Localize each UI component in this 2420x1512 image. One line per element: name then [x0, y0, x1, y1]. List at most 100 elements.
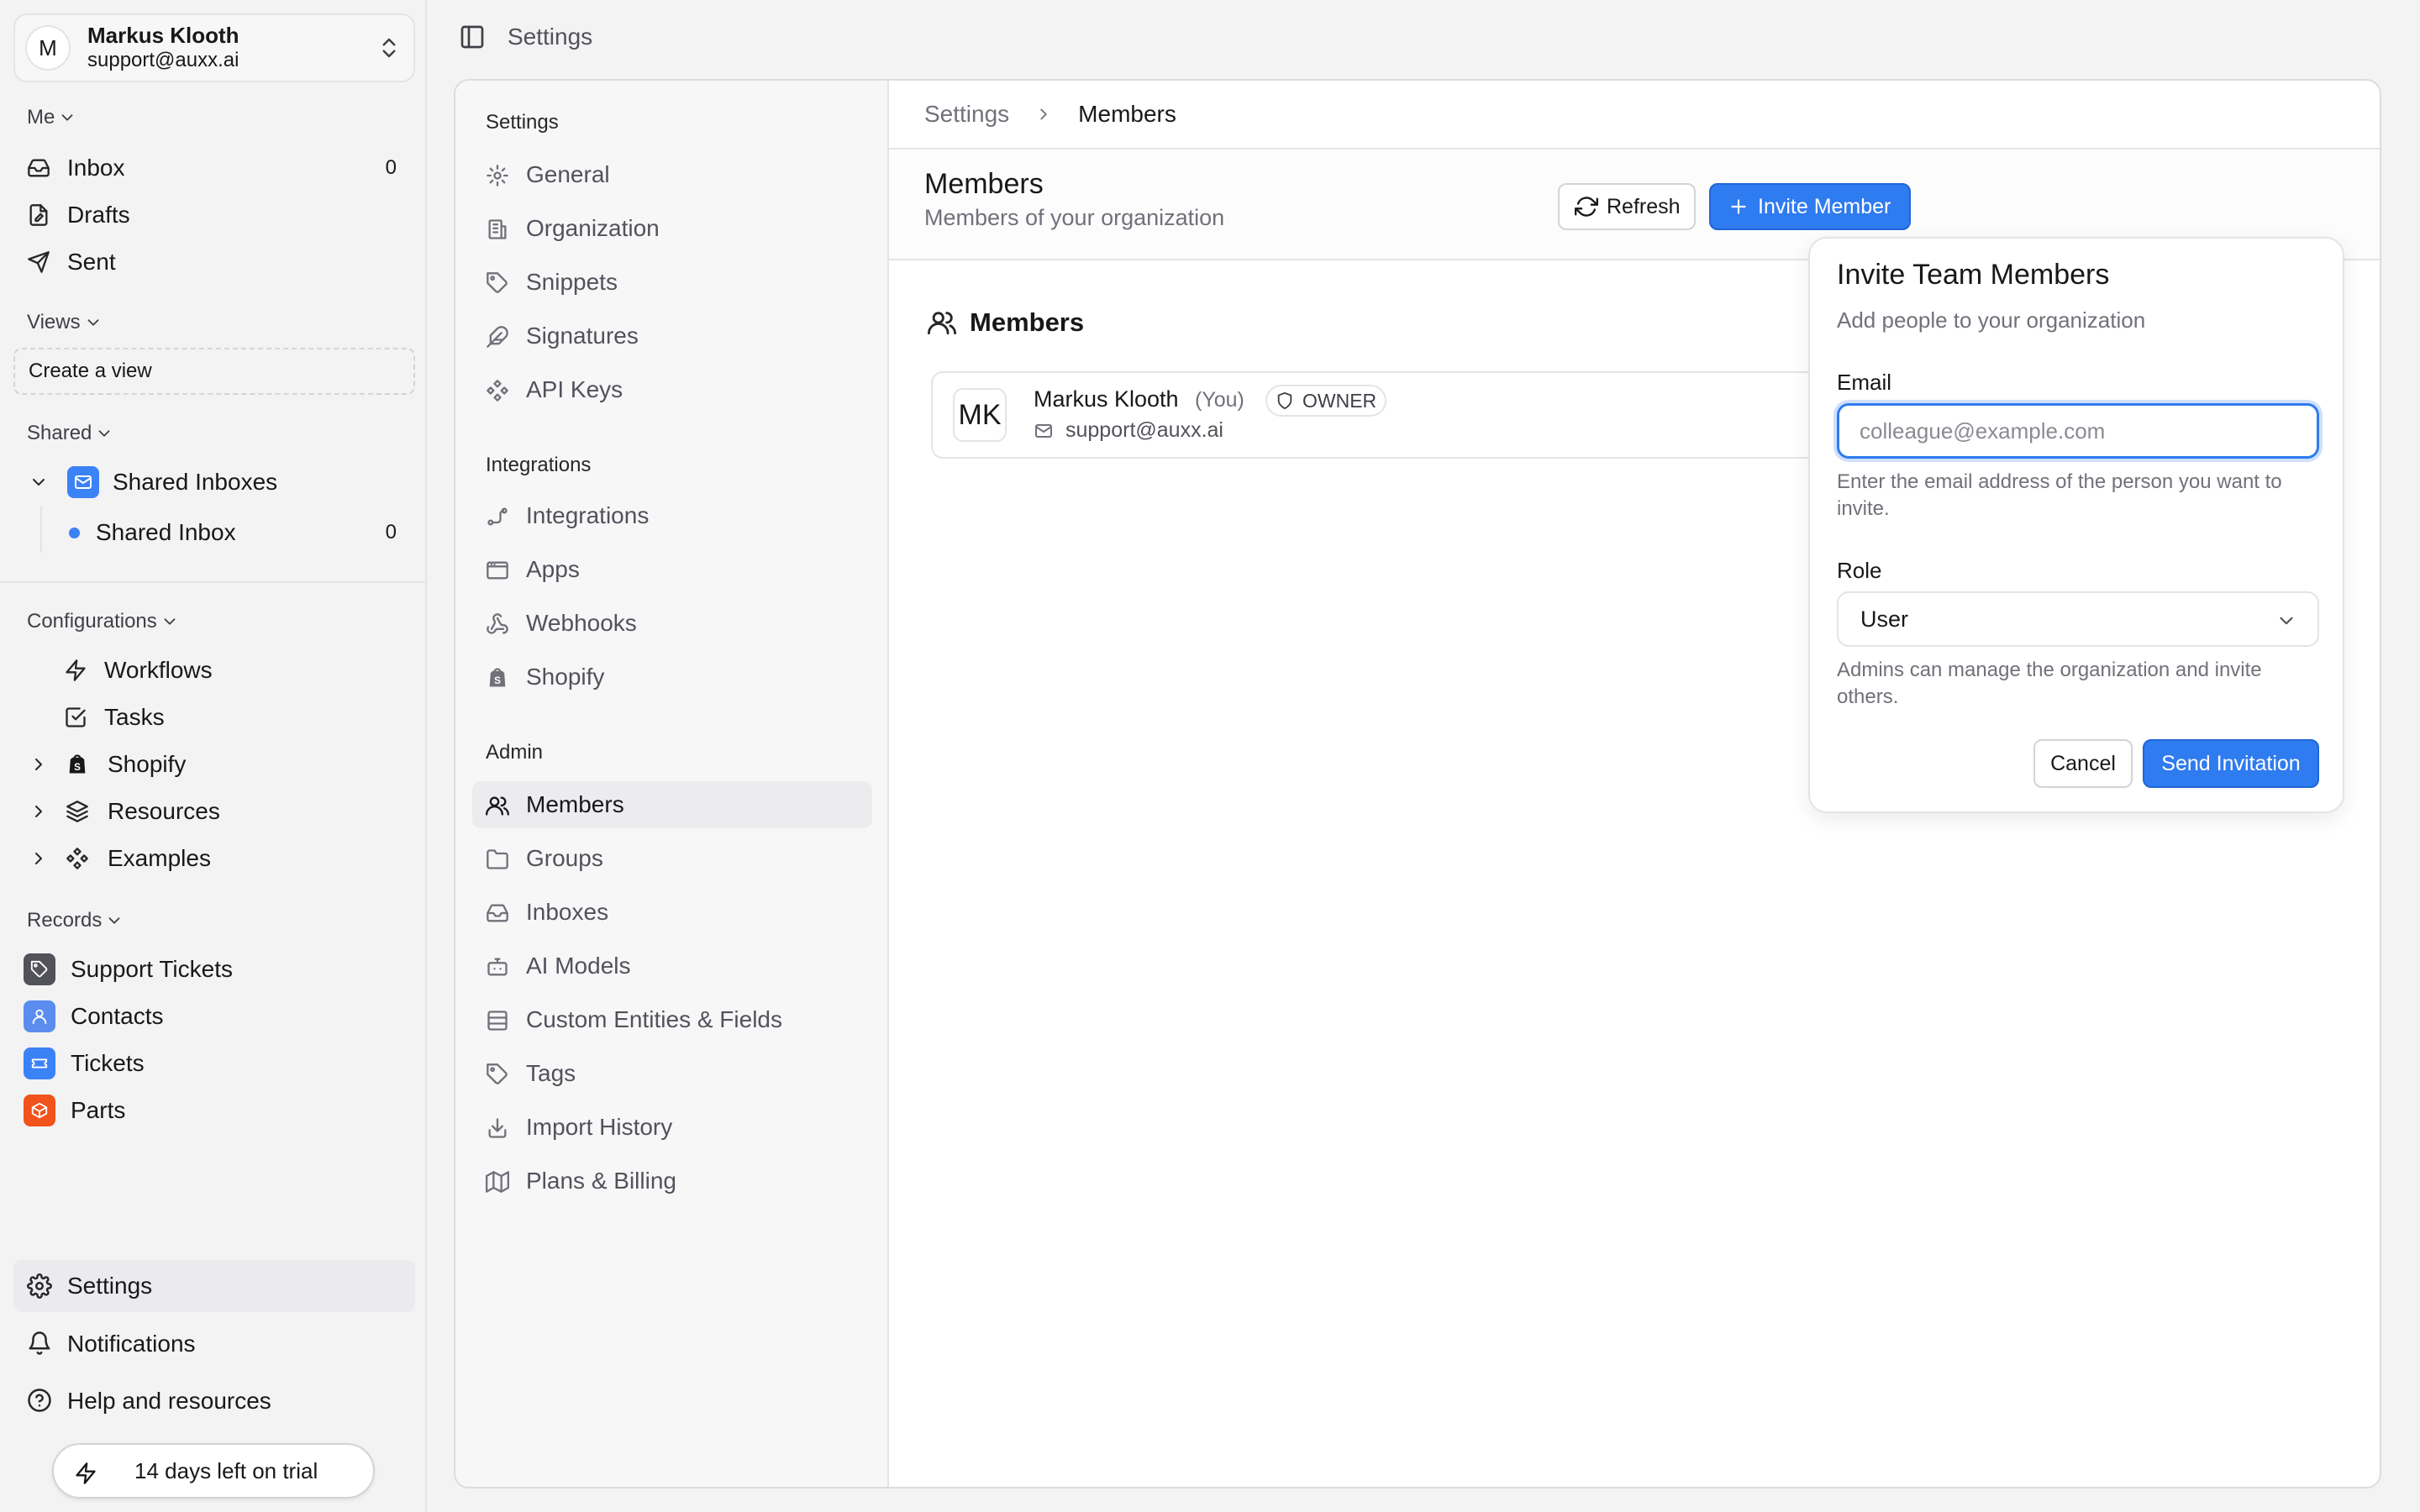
table-icon: [486, 1009, 509, 1032]
count-badge: 0: [385, 521, 397, 543]
member-email: support@auxx.ai: [1034, 418, 1223, 443]
settings-item-inboxes[interactable]: Inboxes: [472, 889, 872, 936]
section-configurations-toggle[interactable]: Configurations: [27, 610, 179, 633]
settings-nav: Settings General Organization Snippets S…: [455, 81, 889, 1487]
sidebar-item-drafts[interactable]: Drafts: [13, 193, 415, 237]
settings-item-apps[interactable]: Apps: [472, 546, 872, 593]
integrations-section-label: Integrations: [486, 454, 592, 476]
sidebar-item-settings[interactable]: Settings: [13, 1260, 415, 1312]
settings-item-groups[interactable]: Groups: [472, 835, 872, 882]
settings-item-plans-billing[interactable]: Plans & Billing: [472, 1158, 872, 1205]
cancel-button[interactable]: Cancel: [2033, 739, 2133, 788]
sidebar-item-contacts[interactable]: Contacts: [13, 995, 415, 1038]
status-dot: [69, 528, 80, 538]
send-icon: [27, 250, 50, 274]
sidebar-item-examples[interactable]: Examples: [13, 837, 415, 880]
settings-item-custom-entities[interactable]: Custom Entities & Fields: [472, 996, 872, 1043]
workflow-icon: [486, 505, 509, 528]
components-icon: [66, 847, 89, 870]
breadcrumb-current: Members: [1078, 101, 1176, 127]
chevron-right-icon[interactable]: [29, 754, 49, 774]
chevron-right-icon[interactable]: [29, 801, 49, 822]
help-icon: [27, 1388, 52, 1413]
email-help-text: Enter the email address of the person yo…: [1837, 470, 2282, 520]
invite-member-button[interactable]: Invite Member: [1709, 183, 1911, 230]
settings-item-import-history[interactable]: Import History: [472, 1104, 872, 1151]
svg-text:S: S: [494, 675, 501, 686]
settings-item-general[interactable]: General: [472, 151, 872, 198]
layers-icon: [66, 800, 89, 823]
role-label: Role: [1837, 558, 1882, 583]
settings-item-shopify[interactable]: S Shopify: [472, 654, 872, 701]
mail-icon: [67, 466, 99, 498]
settings-item-integrations[interactable]: Integrations: [472, 492, 872, 539]
sidebar-item-shared-inboxes[interactable]: Shared Inboxes: [13, 460, 415, 504]
chevron-down-icon: [87, 319, 99, 326]
account-switcher[interactable]: M Markus Klooth support@auxx.ai: [13, 13, 415, 82]
section-shared-toggle[interactable]: Shared: [27, 422, 113, 445]
folder-icon: [486, 848, 509, 871]
settings-item-organization[interactable]: Organization: [472, 205, 872, 252]
breadcrumb-settings-link[interactable]: Settings: [924, 101, 1009, 128]
sidebar-item-tasks[interactable]: Tasks: [13, 696, 415, 739]
count-badge: 0: [385, 156, 397, 179]
shield-icon: [1276, 391, 1294, 410]
gear-icon: [486, 164, 509, 187]
sidebar-toggle-icon[interactable]: [459, 24, 486, 50]
chevron-down-icon: [108, 917, 120, 924]
settings-item-webhooks[interactable]: Webhooks: [472, 600, 872, 647]
app-sidebar: M Markus Klooth support@auxx.ai Me Inbox…: [0, 0, 427, 1512]
sidebar-item-resources[interactable]: Resources: [13, 790, 415, 833]
section-me-toggle[interactable]: Me: [27, 106, 76, 129]
sidebar-item-shopify[interactable]: S Shopify: [13, 743, 415, 786]
chevron-right-icon: [1034, 105, 1053, 123]
sidebar-item-inbox[interactable]: Inbox 0: [13, 146, 415, 190]
chevron-down-icon[interactable]: [29, 472, 49, 492]
chevron-down-icon: [61, 114, 73, 121]
members-section-title: Members: [928, 307, 1084, 338]
sidebar-item-sent[interactable]: Sent: [13, 240, 415, 284]
settings-item-snippets[interactable]: Snippets: [472, 259, 872, 306]
components-icon: [486, 379, 509, 402]
popover-subtitle: Add people to your organization: [1837, 307, 2146, 333]
section-records-toggle[interactable]: Records: [27, 909, 124, 932]
inbox-icon: [27, 156, 50, 180]
task-check-icon: [64, 706, 87, 729]
refresh-button[interactable]: Refresh: [1558, 183, 1696, 230]
import-icon: [486, 1116, 509, 1140]
sidebar-item-tickets[interactable]: Tickets: [13, 1042, 415, 1085]
avatar: MK: [953, 388, 1007, 442]
mail-icon: [1034, 421, 1054, 441]
settings-item-tags[interactable]: Tags: [472, 1050, 872, 1097]
users-icon: [928, 308, 956, 337]
chevron-right-icon[interactable]: [29, 848, 49, 869]
settings-item-signatures[interactable]: Signatures: [472, 312, 872, 360]
email-field[interactable]: [1837, 403, 2319, 459]
trial-banner-button[interactable]: 14 days left on trial: [52, 1443, 375, 1499]
page-header-title: Settings: [508, 24, 593, 50]
webhook-icon: [486, 612, 509, 636]
account-email: support@auxx.ai: [87, 49, 239, 71]
sidebar-item-support-tickets[interactable]: Support Tickets: [13, 948, 415, 991]
settings-item-api-keys[interactable]: API Keys: [472, 366, 872, 413]
section-views-toggle[interactable]: Views: [27, 311, 103, 334]
invite-members-popover: Invite Team Members Add people to your o…: [1808, 237, 2344, 813]
settings-section-label: Settings: [486, 111, 559, 134]
admin-section-label: Admin: [486, 741, 544, 764]
tag-icon: [486, 271, 509, 295]
sidebar-item-parts[interactable]: Parts: [13, 1089, 415, 1132]
settings-item-members[interactable]: Members: [472, 781, 872, 828]
sidebar-item-shared-inbox[interactable]: Shared Inbox 0: [13, 511, 415, 554]
svg-text:S: S: [74, 762, 81, 773]
sidebar-item-workflows[interactable]: Workflows: [13, 648, 415, 692]
chevron-down-icon: [2275, 610, 2297, 632]
member-you-tag: (You): [1195, 388, 1244, 412]
settings-item-ai-models[interactable]: AI Models: [472, 942, 872, 990]
send-invitation-button[interactable]: Send Invitation: [2143, 739, 2319, 788]
bot-icon: [486, 955, 509, 979]
sidebar-item-help[interactable]: Help and resources: [13, 1378, 415, 1425]
gear-icon: [27, 1273, 52, 1299]
role-select[interactable]: User: [1837, 591, 2319, 647]
sidebar-item-notifications[interactable]: Notifications: [13, 1320, 415, 1368]
create-view-button[interactable]: Create a view: [13, 348, 415, 395]
